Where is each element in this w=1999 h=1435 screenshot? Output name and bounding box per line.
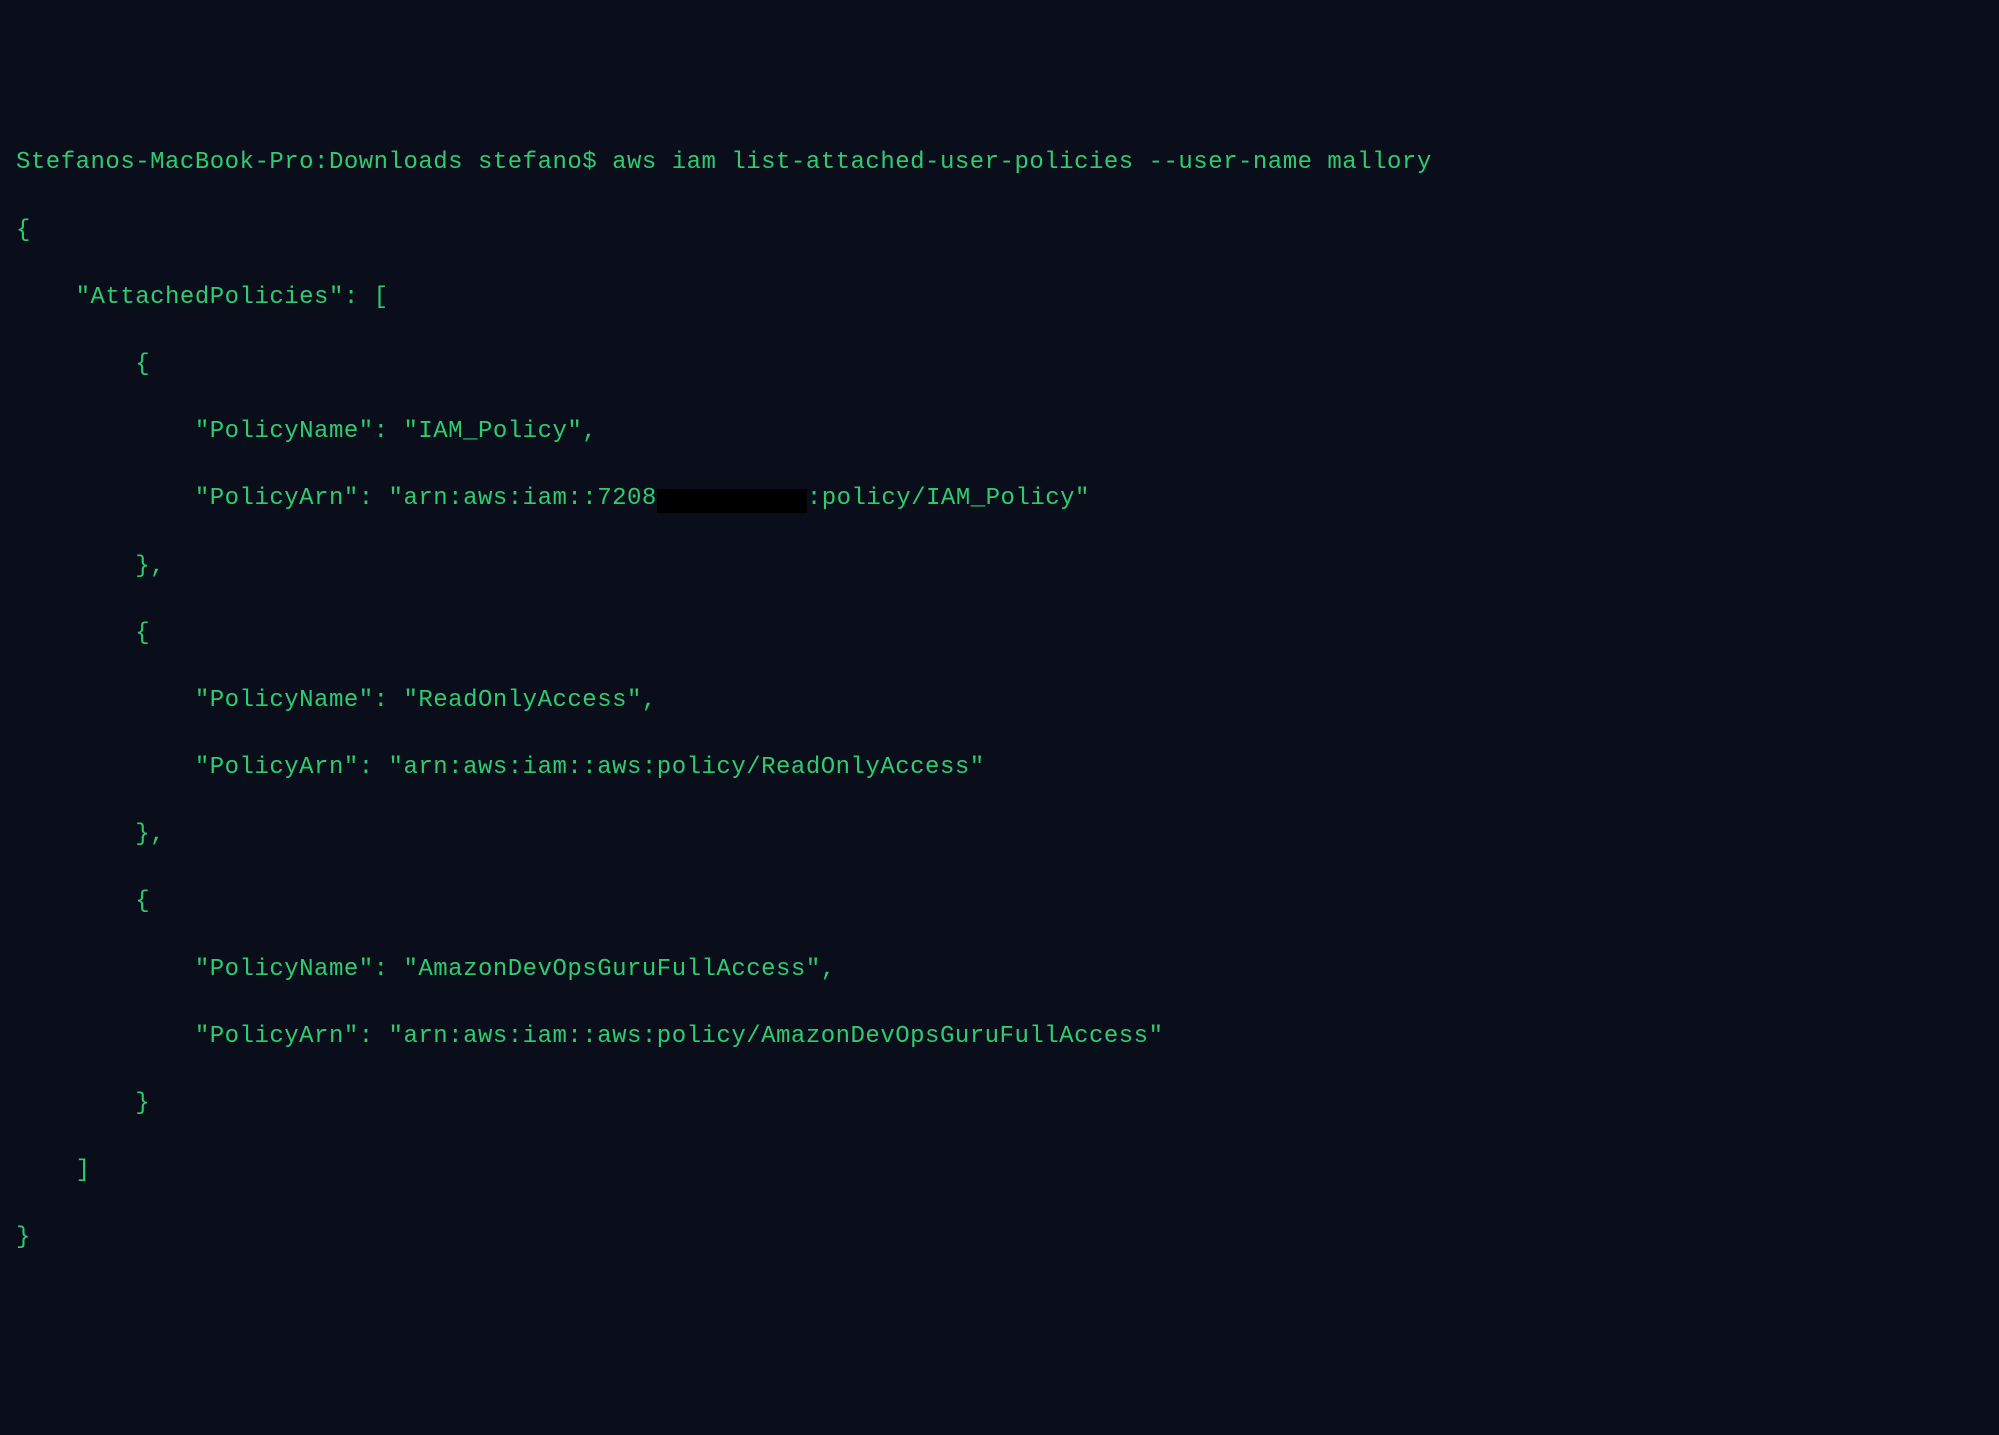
json-item-open: {	[16, 348, 1983, 382]
json-key-attached-policies: "AttachedPolicies": [	[16, 281, 1983, 315]
json-item-close-comma: },	[16, 818, 1983, 852]
policy1-arn-prefix: "PolicyArn": "arn:aws:iam::7208	[16, 485, 657, 512]
policy2-arn: "PolicyArn": "arn:aws:iam::aws:policy/Re…	[16, 751, 1983, 785]
json-array-close: ]	[16, 1154, 1983, 1188]
json-item-open: {	[16, 885, 1983, 919]
json-item-close-comma: },	[16, 550, 1983, 584]
policy1-name: "PolicyName": "IAM_Policy",	[16, 415, 1983, 449]
policy3-name: "PolicyName": "AmazonDevOpsGuruFullAcces…	[16, 953, 1983, 987]
command-text: aws iam list-attached-user-policies --us…	[612, 149, 1432, 176]
json-item-close: }	[16, 1087, 1983, 1121]
policy3-arn: "PolicyArn": "arn:aws:iam::aws:policy/Am…	[16, 1020, 1983, 1054]
json-item-open: {	[16, 617, 1983, 651]
terminal-prompt-line[interactable]: Stefanos-MacBook-Pro:Downloads stefano$ …	[16, 146, 1983, 180]
json-close-brace: }	[16, 1221, 1983, 1255]
policy1-arn-suffix: :policy/IAM_Policy"	[807, 485, 1090, 512]
prompt-host-path: Stefanos-MacBook-Pro:Downloads stefano$	[16, 149, 612, 176]
redacted-account-id	[657, 489, 807, 513]
policy1-arn: "PolicyArn": "arn:aws:iam::7208 :policy/I…	[16, 482, 1983, 516]
json-open-brace: {	[16, 214, 1983, 248]
policy2-name: "PolicyName": "ReadOnlyAccess",	[16, 684, 1983, 718]
